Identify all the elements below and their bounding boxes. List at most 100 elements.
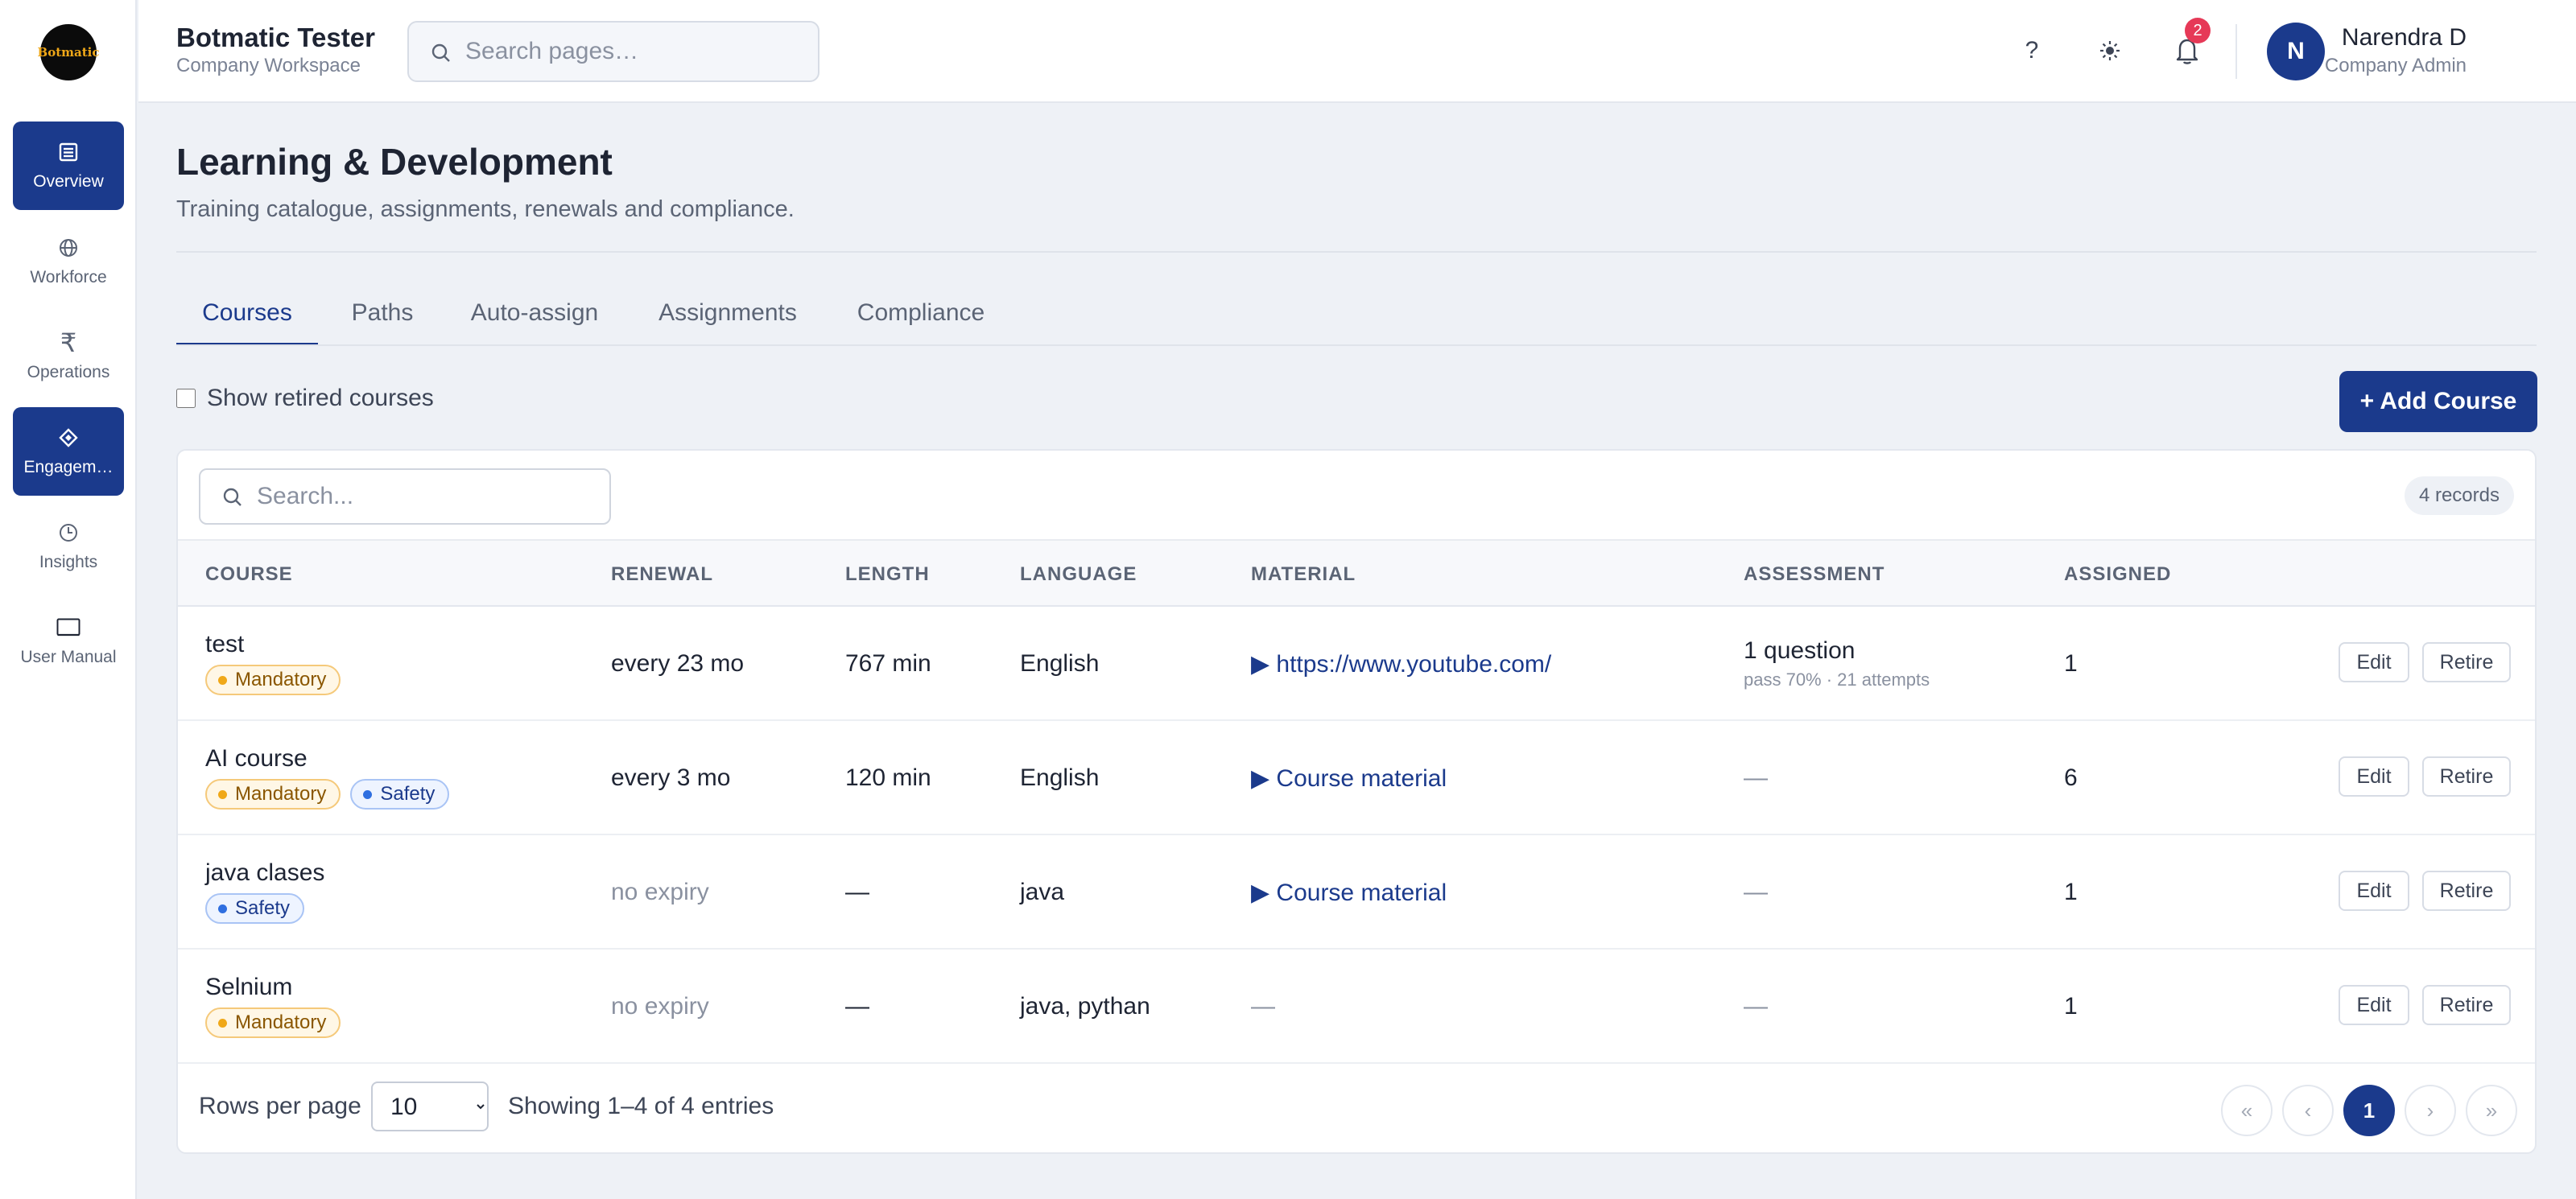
avatar[interactable]: N <box>2267 23 2325 80</box>
language-value: English <box>1020 764 1100 791</box>
sidebar-item-label: Workforce <box>30 268 107 286</box>
renewal-value: no expiry <box>611 879 709 905</box>
column-header-length[interactable]: LENGTH <box>845 563 930 586</box>
divider <box>2235 24 2237 79</box>
globe-icon <box>56 236 80 260</box>
search-icon <box>430 42 452 68</box>
retire-button[interactable]: Retire <box>2422 871 2511 911</box>
dot-icon <box>218 1018 227 1028</box>
workspace-title: Botmatic Tester <box>176 23 375 52</box>
tag-label: Safety <box>235 897 291 919</box>
edit-button[interactable]: Edit <box>2339 871 2409 911</box>
table-footer: Rows per page 10 Showing 1–4 of 4 entrie… <box>178 1064 2535 1152</box>
column-header-course[interactable]: COURSE <box>205 563 293 586</box>
tag-label: Mandatory <box>235 1012 327 1033</box>
showing-entries-text: Showing 1–4 of 4 entries <box>508 1093 774 1119</box>
sidebar-item-label: Operations <box>27 363 110 381</box>
table-search[interactable] <box>199 468 611 525</box>
course-name: Selnium <box>205 974 293 1000</box>
list-icon <box>56 140 80 164</box>
edit-button[interactable]: Edit <box>2339 642 2409 682</box>
next-page-button[interactable]: › <box>2405 1085 2456 1136</box>
show-retired-toggle[interactable]: Show retired courses <box>176 385 434 412</box>
renewal-value: every 23 mo <box>611 650 745 677</box>
divider <box>176 251 2537 253</box>
show-retired-checkbox[interactable] <box>176 389 196 408</box>
first-page-button[interactable]: « <box>2221 1085 2273 1136</box>
tab-auto-assign[interactable]: Auto-assign <box>468 290 601 346</box>
material-link[interactable]: ▶ Course material <box>1251 764 1447 793</box>
material-link[interactable]: ▶ Course material <box>1251 879 1447 907</box>
assessment-value: — <box>1744 764 1768 791</box>
page-1-button[interactable]: 1 <box>2343 1085 2395 1136</box>
retire-button[interactable]: Retire <box>2422 642 2511 682</box>
retire-button[interactable]: Retire <box>2422 985 2511 1025</box>
course-tags: Mandatory Safety <box>205 779 450 810</box>
column-header-assessment[interactable]: ASSESSMENT <box>1744 563 1885 586</box>
retire-button[interactable]: Retire <box>2422 756 2511 797</box>
length-value: — <box>845 879 869 905</box>
renewal-value: every 3 mo <box>611 764 731 791</box>
page-subtitle: Training catalogue, assignments, renewal… <box>176 196 795 222</box>
table-header: COURSE RENEWAL LENGTH LANGUAGE MATERIAL … <box>178 539 2535 607</box>
top-bar: Botmatic Tester Company Workspace ? 2 N … <box>138 0 2576 103</box>
length-value: 120 min <box>845 764 931 791</box>
assigned-count: 1 <box>2064 993 2078 1020</box>
dot-icon <box>218 789 227 799</box>
page-search[interactable] <box>407 21 819 82</box>
course-name: java clases <box>205 859 325 886</box>
column-header-assigned[interactable]: ASSIGNED <box>2064 563 2171 586</box>
language-value: java, pythan <box>1020 993 1150 1020</box>
sidebar-item-workforce[interactable]: Workforce <box>13 217 124 306</box>
column-header-material[interactable]: MATERIAL <box>1251 563 1356 586</box>
user-name[interactable]: Narendra D <box>2342 24 2467 52</box>
prev-page-button[interactable]: ‹ <box>2282 1085 2334 1136</box>
add-course-button[interactable]: + Add Course <box>2339 371 2537 432</box>
tab-assignments[interactable]: Assignments <box>658 290 798 346</box>
sidebar: Botmatic Overview Workforce ₹ Operations… <box>0 0 137 1199</box>
edit-button[interactable]: Edit <box>2339 985 2409 1025</box>
tab-compliance[interactable]: Compliance <box>854 290 988 346</box>
page-title: Learning & Development <box>176 141 613 183</box>
tab-paths[interactable]: Paths <box>350 290 415 346</box>
column-header-language[interactable]: LANGUAGE <box>1020 563 1137 586</box>
course-tags: Mandatory <box>205 1007 341 1038</box>
rows-per-page-select[interactable]: 10 <box>371 1082 489 1131</box>
tab-courses[interactable]: Courses <box>176 290 318 346</box>
dot-icon <box>218 675 227 685</box>
dot-icon <box>363 789 373 799</box>
last-page-button[interactable]: » <box>2466 1085 2517 1136</box>
length-value: 767 min <box>845 650 931 677</box>
language-value: java <box>1020 879 1065 905</box>
tag-label: Mandatory <box>235 669 327 690</box>
mandatory-tag: Mandatory <box>205 665 341 695</box>
show-retired-label: Show retired courses <box>207 385 434 411</box>
course-name: test <box>205 631 245 657</box>
sidebar-item-label: User Manual <box>20 648 117 666</box>
table-search-input[interactable] <box>257 483 595 510</box>
rupee-icon: ₹ <box>60 328 77 357</box>
dot-icon <box>218 904 227 913</box>
sidebar-item-label: Engagem… <box>23 458 114 476</box>
mandatory-tag: Mandatory <box>205 779 341 810</box>
assessment-value: — <box>1744 993 1768 1020</box>
page-search-input[interactable] <box>465 38 803 65</box>
sidebar-item-user-manual[interactable]: User Manual <box>13 597 124 686</box>
sidebar-item-overview[interactable]: Overview <box>13 122 124 210</box>
edit-button[interactable]: Edit <box>2339 756 2409 797</box>
book-icon <box>56 616 80 640</box>
assigned-count: 1 <box>2064 650 2078 677</box>
theme-toggle-icon[interactable] <box>2090 31 2130 71</box>
user-role: Company Admin <box>2324 55 2467 76</box>
assigned-count: 6 <box>2064 764 2078 791</box>
material-link[interactable]: ▶ https://www.youtube.com/ <box>1251 650 1551 678</box>
table-row: test Mandatory every 23 mo 767 min Engli… <box>178 607 2535 721</box>
column-header-renewal[interactable]: RENEWAL <box>611 563 713 586</box>
mandatory-tag: Mandatory <box>205 1007 341 1038</box>
safety-tag: Safety <box>350 779 450 810</box>
company-logo[interactable]: Botmatic <box>38 24 99 80</box>
help-icon[interactable]: ? <box>2012 31 2052 71</box>
sidebar-item-operations[interactable]: ₹ Operations <box>13 312 124 401</box>
sidebar-item-insights[interactable]: Insights <box>13 502 124 591</box>
sidebar-item-engagement[interactable]: Engagem… <box>13 407 124 496</box>
